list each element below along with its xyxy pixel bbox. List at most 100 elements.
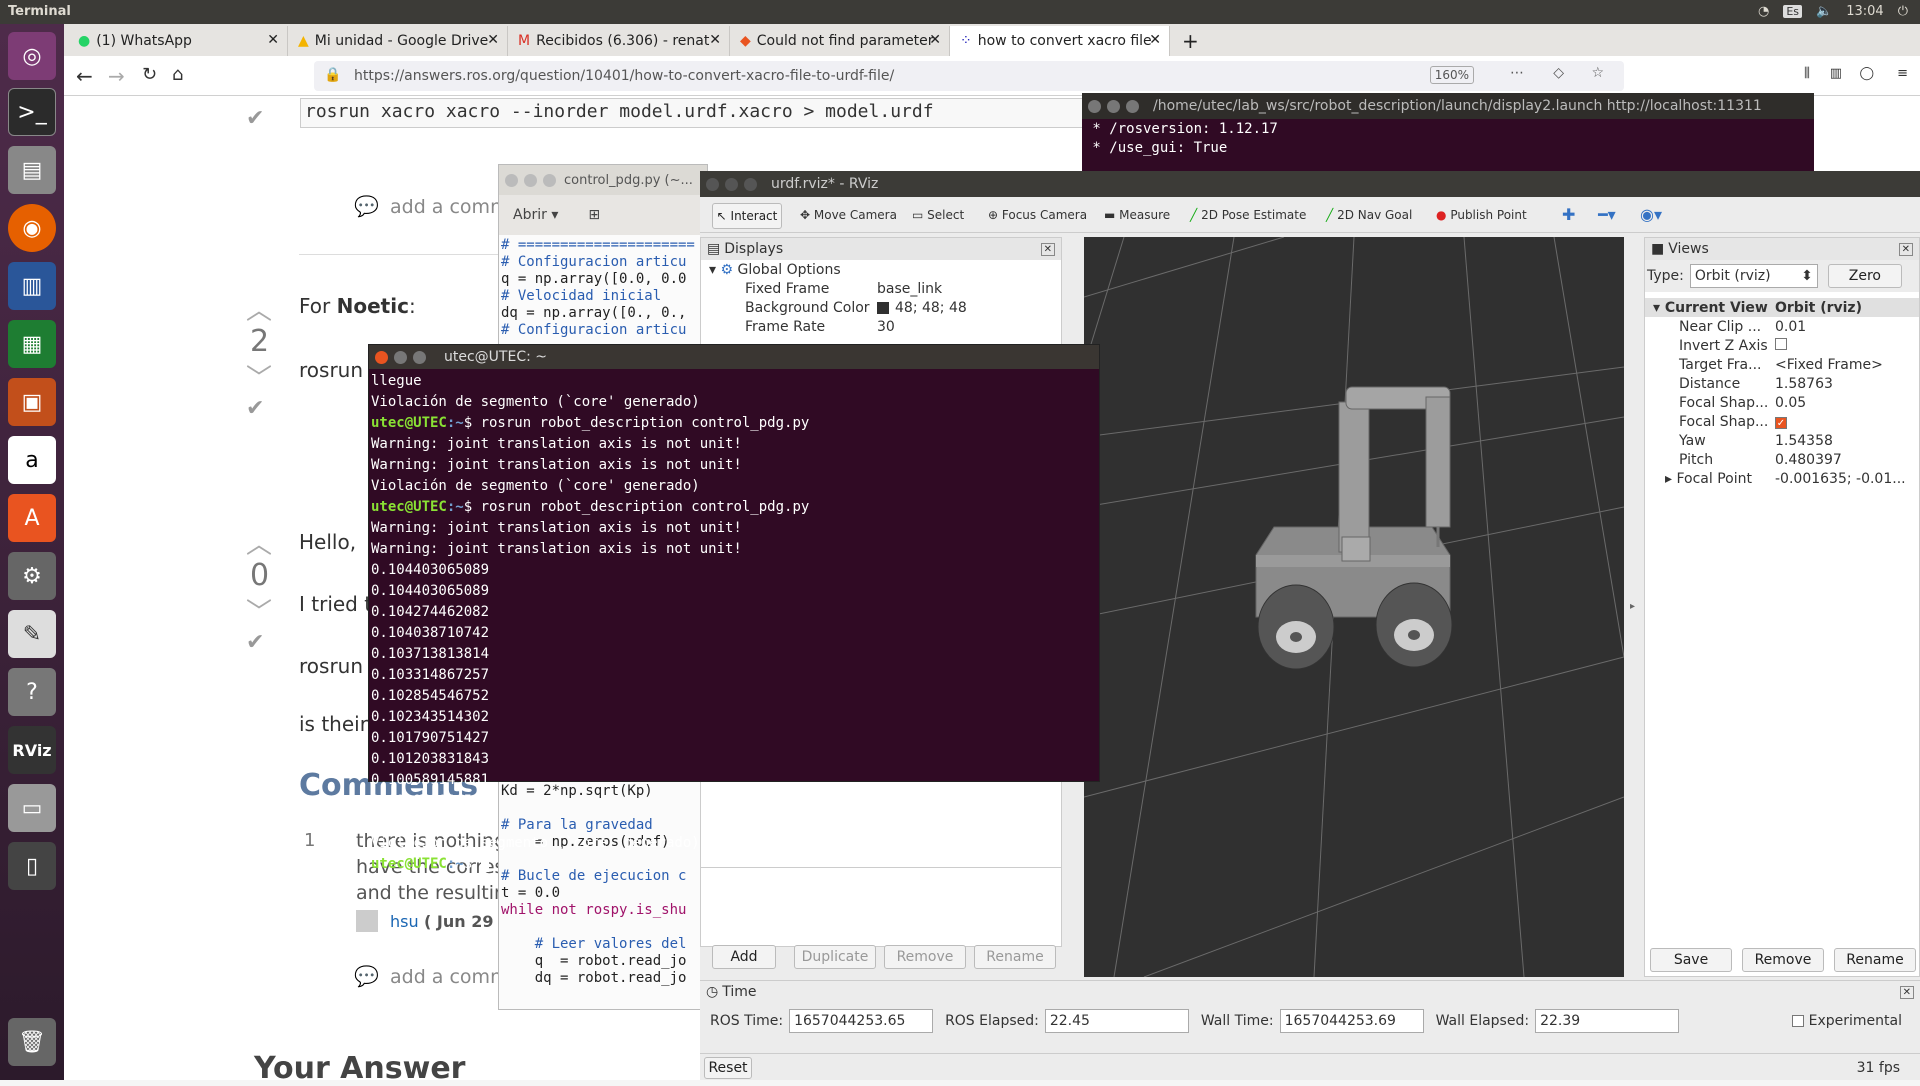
- tab-how-to-convert[interactable]: ⁘ how to convert xacro file ✕: [950, 26, 1170, 56]
- phone-icon[interactable]: ▯: [8, 842, 56, 890]
- upvote-icon[interactable]: ︿: [246, 524, 272, 561]
- close-panel-icon[interactable]: ✕: [1899, 985, 1914, 999]
- upvote-icon[interactable]: ︿: [246, 290, 272, 327]
- downvote-icon[interactable]: ﹀: [246, 358, 272, 395]
- minimize-window-icon[interactable]: [394, 350, 407, 364]
- maximize-window-icon[interactable]: [543, 173, 556, 187]
- minimize-window-icon[interactable]: [725, 177, 738, 191]
- close-window-icon[interactable]: [505, 173, 518, 187]
- calc-icon[interactable]: ▦: [8, 320, 56, 368]
- accept-check-icon[interactable]: ✔: [246, 396, 264, 421]
- back-icon[interactable]: ←: [76, 64, 93, 88]
- writer-icon[interactable]: ▥: [8, 262, 56, 310]
- rename-display-button[interactable]: Rename: [974, 945, 1056, 969]
- amazon-icon[interactable]: a: [8, 436, 56, 484]
- help-icon[interactable]: ?: [8, 668, 56, 716]
- maximize-window-icon[interactable]: [744, 177, 757, 191]
- view-property-row[interactable]: Yaw 1.54358: [1645, 431, 1919, 450]
- view-property-row[interactable]: Distance 1.58763: [1645, 374, 1919, 393]
- terminal-window[interactable]: utec@UTEC: ~ llegue Violación de segmento…: [368, 344, 1100, 872]
- remove-display-button[interactable]: Remove: [884, 945, 966, 969]
- property-row[interactable]: Frame Rate 30: [701, 317, 1061, 336]
- maximize-window-icon[interactable]: [413, 350, 426, 364]
- ros-elapsed-field[interactable]: 22.45: [1044, 1009, 1189, 1033]
- tab-whatsapp[interactable]: ● (1) WhatsApp ✕: [68, 26, 288, 56]
- eye-icon[interactable]: ◉▾: [1640, 205, 1662, 224]
- view-property-row[interactable]: Focal Shap... 0.05: [1645, 393, 1919, 412]
- tab-gmail[interactable]: M Recibidos (6.306) - renat ✕: [508, 26, 730, 56]
- bookmark-star-icon[interactable]: ☆: [1591, 65, 1604, 81]
- reset-button[interactable]: Reset: [704, 1056, 752, 1079]
- close-tab-icon[interactable]: ✕: [1149, 32, 1161, 48]
- move-camera-tool[interactable]: ✥ Move Camera: [800, 208, 897, 222]
- view-property-row[interactable]: Target Fra... <Fixed Frame>: [1645, 355, 1919, 374]
- forward-icon[interactable]: →: [108, 64, 125, 88]
- ros-time-field[interactable]: 1657044253.65: [789, 1009, 934, 1033]
- property-row[interactable]: Background Color 48; 48; 48: [701, 298, 1061, 317]
- ubuntu-logo-icon[interactable]: ◎: [8, 32, 56, 80]
- view-property-row[interactable]: ▸ Focal Point -0.001635; -0.01...: [1645, 469, 1919, 488]
- close-tab-icon[interactable]: ✕: [709, 32, 721, 48]
- close-window-icon[interactable]: [1088, 99, 1101, 113]
- text-editor-icon[interactable]: ✎: [8, 610, 56, 658]
- close-window-icon[interactable]: [706, 177, 719, 191]
- pocket-icon[interactable]: ◇: [1553, 65, 1564, 81]
- power-icon[interactable]: ⏻: [1898, 4, 1908, 19]
- files-icon[interactable]: ▤: [8, 146, 56, 194]
- clock[interactable]: 13:04: [1846, 4, 1883, 19]
- experimental-toggle[interactable]: Experimental: [1792, 1013, 1902, 1029]
- measure-tool[interactable]: ▬ Measure: [1104, 208, 1170, 222]
- duplicate-display-button[interactable]: Duplicate: [794, 945, 876, 969]
- account-icon[interactable]: ◯: [1859, 66, 1874, 81]
- add-tool-icon[interactable]: ✚: [1562, 205, 1575, 224]
- 3d-viewport[interactable]: [1084, 237, 1624, 977]
- close-tab-icon[interactable]: ✕: [929, 32, 941, 48]
- save-view-button[interactable]: Save: [1650, 948, 1732, 972]
- tab-could-not-find[interactable]: ◆ Could not find parameter ✕: [730, 26, 950, 56]
- close-panel-icon[interactable]: ✕: [1040, 242, 1055, 256]
- global-options-row[interactable]: ▾ ⚙ Global Options: [701, 260, 1061, 279]
- current-view-row[interactable]: ▾ Current View Orbit (rviz): [1645, 298, 1919, 317]
- close-window-icon[interactable]: [375, 350, 388, 364]
- trash-icon[interactable]: 🗑: [8, 1018, 56, 1066]
- terminal-icon[interactable]: >_: [8, 88, 56, 136]
- close-tab-icon[interactable]: ✕: [487, 32, 499, 48]
- select-tool[interactable]: ▭ Select: [912, 208, 964, 222]
- maximize-window-icon[interactable]: [1126, 99, 1139, 113]
- firefox-icon[interactable]: ◉: [8, 204, 56, 252]
- view-property-row[interactable]: Invert Z Axis: [1645, 336, 1919, 355]
- settings-icon[interactable]: ⚙: [8, 552, 56, 600]
- view-property-row[interactable]: Near Clip ... 0.01: [1645, 317, 1919, 336]
- zoom-level[interactable]: 160%: [1429, 66, 1474, 84]
- rename-view-button[interactable]: Rename: [1834, 948, 1916, 972]
- minimize-window-icon[interactable]: [1107, 99, 1120, 113]
- focus-camera-tool[interactable]: ⊕ Focus Camera: [988, 208, 1087, 222]
- interact-tool[interactable]: ↖ Interact: [712, 203, 782, 229]
- view-property-row[interactable]: Focal Shap... ✓: [1645, 412, 1919, 431]
- reload-icon[interactable]: ↻: [142, 64, 157, 85]
- minimize-window-icon[interactable]: [524, 173, 537, 187]
- collapse-right-icon[interactable]: ▸: [1630, 601, 1635, 612]
- zero-button[interactable]: Zero: [1827, 264, 1902, 288]
- wall-time-field[interactable]: 1657044253.69: [1279, 1009, 1424, 1033]
- software-center-icon[interactable]: A: [8, 494, 56, 542]
- volume-icon[interactable]: 🔈: [1816, 4, 1832, 19]
- close-tab-icon[interactable]: ✕: [267, 32, 279, 48]
- open-button[interactable]: Abrir ▾: [513, 207, 558, 223]
- home-icon[interactable]: ⌂: [172, 64, 183, 85]
- add-display-button[interactable]: Add: [712, 945, 776, 969]
- library-icon[interactable]: ⫼: [1804, 66, 1810, 81]
- comment-user-link[interactable]: hsu: [390, 912, 419, 931]
- accept-check-icon[interactable]: ✔: [246, 630, 264, 655]
- view-type-select[interactable]: Orbit (rviz) ⬍: [1689, 264, 1818, 288]
- view-property-row[interactable]: Pitch 0.480397: [1645, 450, 1919, 469]
- new-document-icon[interactable]: ⊞: [588, 207, 600, 223]
- more-actions-icon[interactable]: ⋯: [1510, 65, 1524, 81]
- code-area-top[interactable]: # ===================== # Configuracion a…: [499, 237, 707, 339]
- url-bar[interactable]: 🔒 https://answers.ros.org/question/10401…: [314, 61, 1624, 91]
- close-panel-icon[interactable]: ✕: [1898, 242, 1913, 256]
- remove-view-button[interactable]: Remove: [1742, 948, 1824, 972]
- impress-icon[interactable]: ▣: [8, 378, 56, 426]
- property-row[interactable]: Fixed Frame base_link: [701, 279, 1061, 298]
- sidebar-icon[interactable]: ▥: [1830, 66, 1842, 81]
